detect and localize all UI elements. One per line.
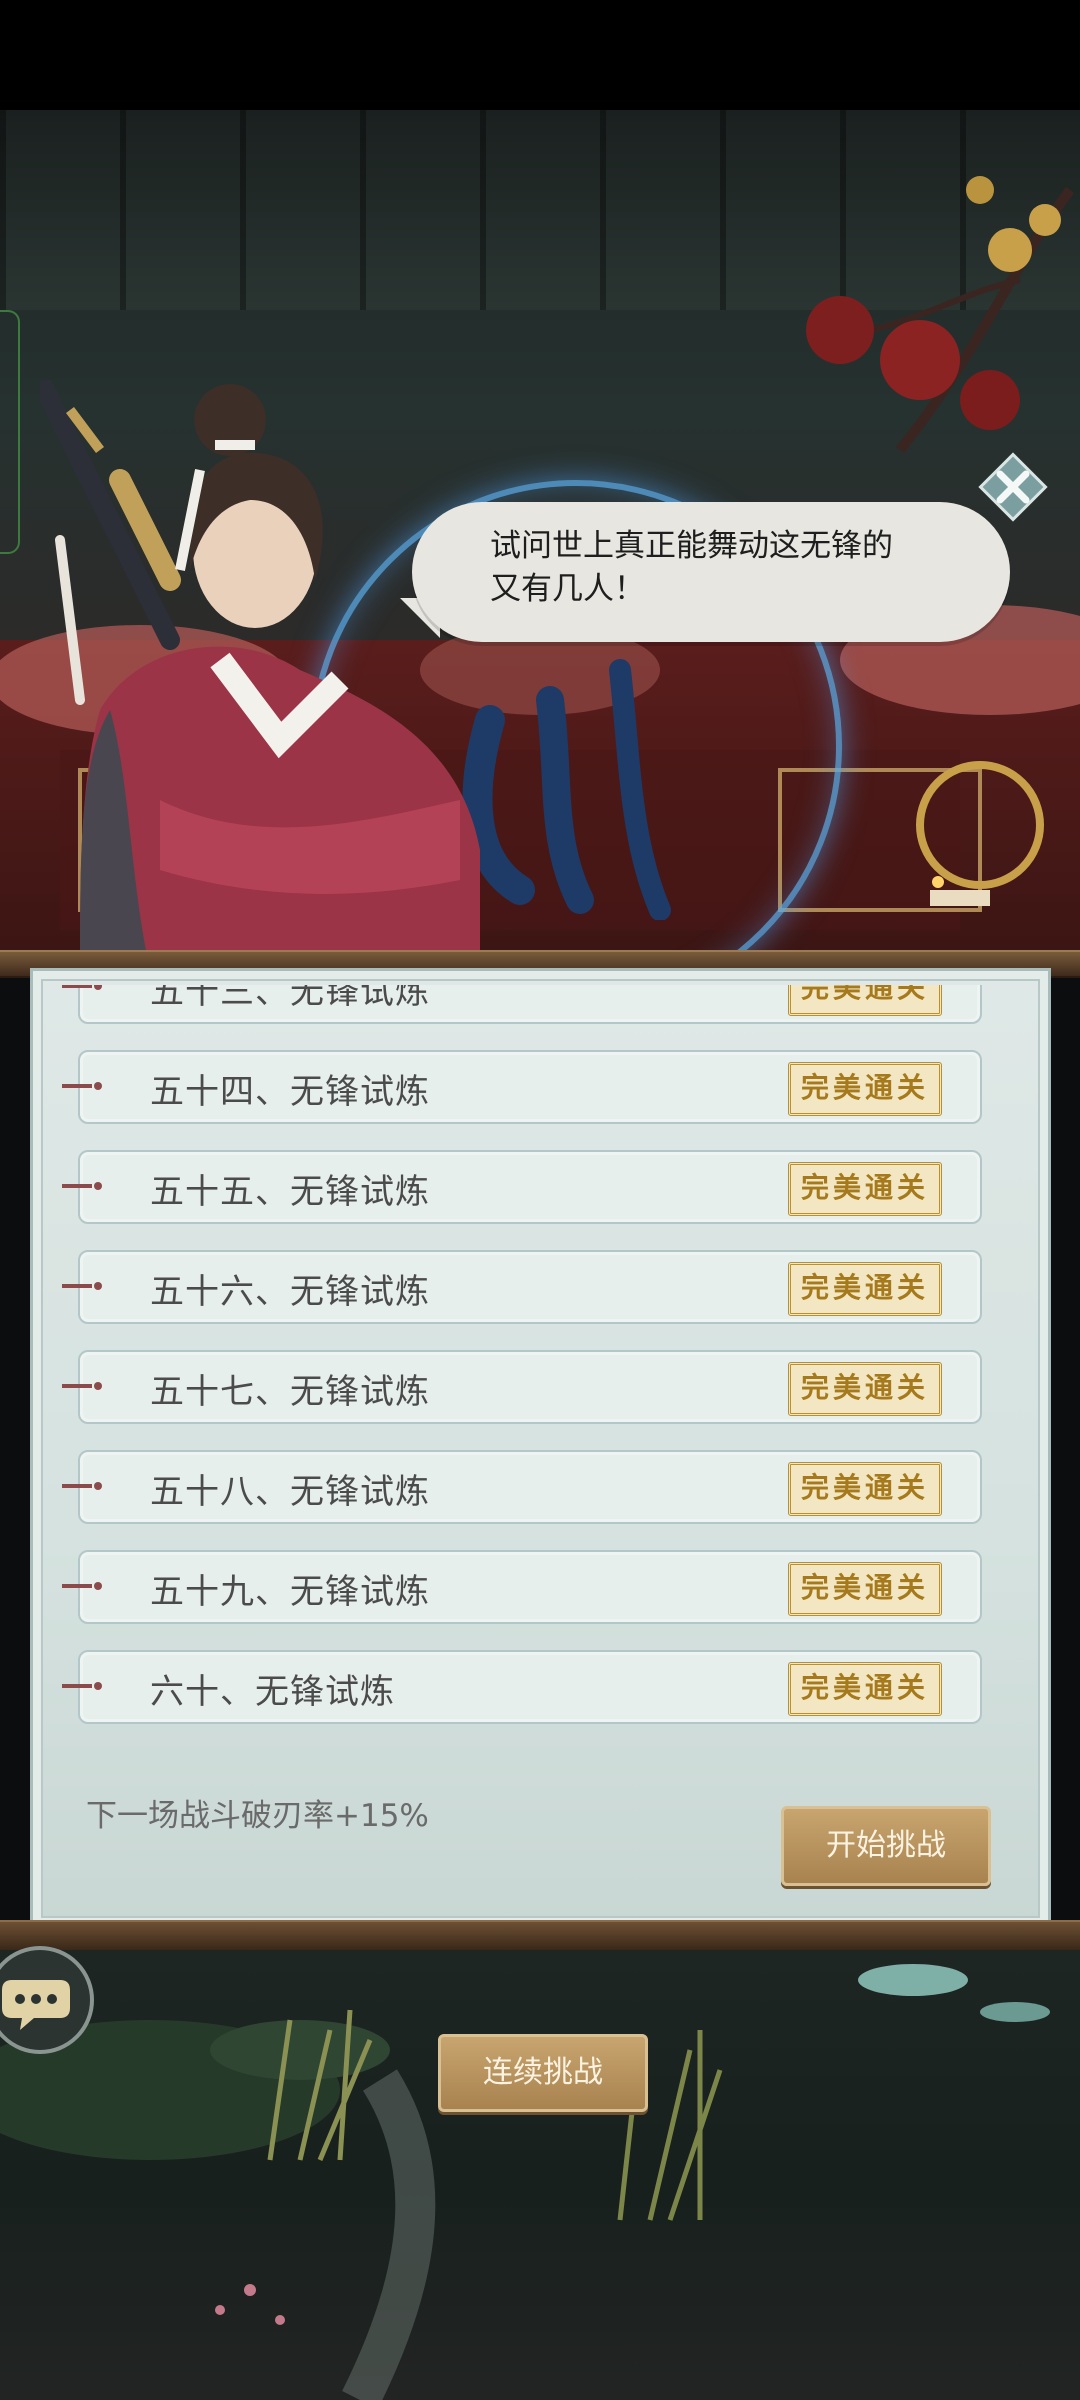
level-name: 五十五、无锋试炼 bbox=[150, 1172, 430, 1212]
scroll-pin-icon bbox=[62, 1482, 102, 1490]
perfect-clear-stamp: 完美通关 bbox=[788, 1262, 942, 1316]
scroll-pin-icon bbox=[62, 1182, 102, 1190]
level-row[interactable]: 五十三、无锋试炼 完美通关 bbox=[62, 985, 982, 1024]
level-name: 六十、无锋试炼 bbox=[150, 1672, 395, 1712]
level-list-viewport[interactable]: 五十三、无锋试炼 完美通关 五十四、无锋试炼 完美通关 五十五、无锋试炼 完美通关 五十六、… bbox=[60, 985, 995, 1755]
level-row[interactable]: 六十、无锋试炼 完美通关 bbox=[62, 1650, 982, 1724]
perfect-clear-stamp: 完美通关 bbox=[788, 1562, 942, 1616]
perfect-clear-stamp: 完美通关 bbox=[788, 985, 942, 1016]
perfect-clear-stamp: 完美通关 bbox=[788, 1162, 942, 1216]
scroll-pin-icon bbox=[62, 1082, 102, 1090]
left-edge-frame bbox=[0, 310, 20, 554]
continuous-challenge-button[interactable]: 连续挑战 bbox=[438, 2034, 648, 2112]
scroll-pin-icon bbox=[62, 1282, 102, 1290]
scroll-pin-icon bbox=[62, 1682, 102, 1690]
buff-description: 下一场战斗破刃率+15% bbox=[86, 1798, 429, 1834]
chat-bubble-icon[interactable] bbox=[0, 1946, 94, 2054]
level-name: 五十三、无锋试炼 bbox=[150, 985, 430, 1012]
scroll-pin-icon bbox=[62, 985, 102, 990]
level-row[interactable]: 五十六、无锋试炼 完美通关 bbox=[62, 1250, 982, 1324]
status-bar-area bbox=[0, 0, 1080, 110]
swordsman-character bbox=[40, 380, 480, 970]
level-name: 五十八、无锋试炼 bbox=[150, 1472, 430, 1512]
close-icon[interactable] bbox=[978, 452, 1048, 522]
level-row[interactable]: 五十九、无锋试炼 完美通关 bbox=[62, 1550, 982, 1624]
level-name: 五十七、无锋试炼 bbox=[150, 1372, 430, 1412]
dialog-line-2: 又有几人！ bbox=[490, 571, 645, 607]
start-challenge-button[interactable]: 开始挑战 bbox=[781, 1806, 991, 1886]
level-row[interactable]: 五十八、无锋试炼 完美通关 bbox=[62, 1450, 982, 1524]
scroll-pin-icon bbox=[62, 1382, 102, 1390]
dialog-text: 试问世上真正能舞动这无锋的 又有几人！ bbox=[490, 525, 970, 611]
level-row[interactable]: 五十七、无锋试炼 完美通关 bbox=[62, 1350, 982, 1424]
dialog-line-1: 试问世上真正能舞动这无锋的 bbox=[490, 528, 893, 564]
perfect-clear-stamp: 完美通关 bbox=[788, 1062, 942, 1116]
reeds-decoration bbox=[0, 2009, 723, 2400]
level-name: 五十九、无锋试炼 bbox=[150, 1572, 430, 1612]
perfect-clear-stamp: 完美通关 bbox=[788, 1362, 942, 1416]
level-name: 五十六、无锋试炼 bbox=[150, 1272, 430, 1312]
level-row[interactable]: 五十四、无锋试炼 完美通关 bbox=[62, 1050, 982, 1124]
level-row[interactable]: 五十五、无锋试炼 完美通关 bbox=[62, 1150, 982, 1224]
perfect-clear-stamp: 完美通关 bbox=[788, 1662, 942, 1716]
game-screen: 试问世上真正能舞动这无锋的 又有几人！ 五十三、无锋试炼 完美通关 五十四、无锋试炼… bbox=[0, 0, 1080, 2400]
chat-glyph bbox=[2, 1980, 70, 2030]
scroll-pin-icon bbox=[62, 1582, 102, 1590]
perfect-clear-stamp: 完美通关 bbox=[788, 1462, 942, 1516]
panel-bottom-rod bbox=[0, 1920, 1080, 1950]
level-name: 五十四、无锋试炼 bbox=[150, 1072, 430, 1112]
